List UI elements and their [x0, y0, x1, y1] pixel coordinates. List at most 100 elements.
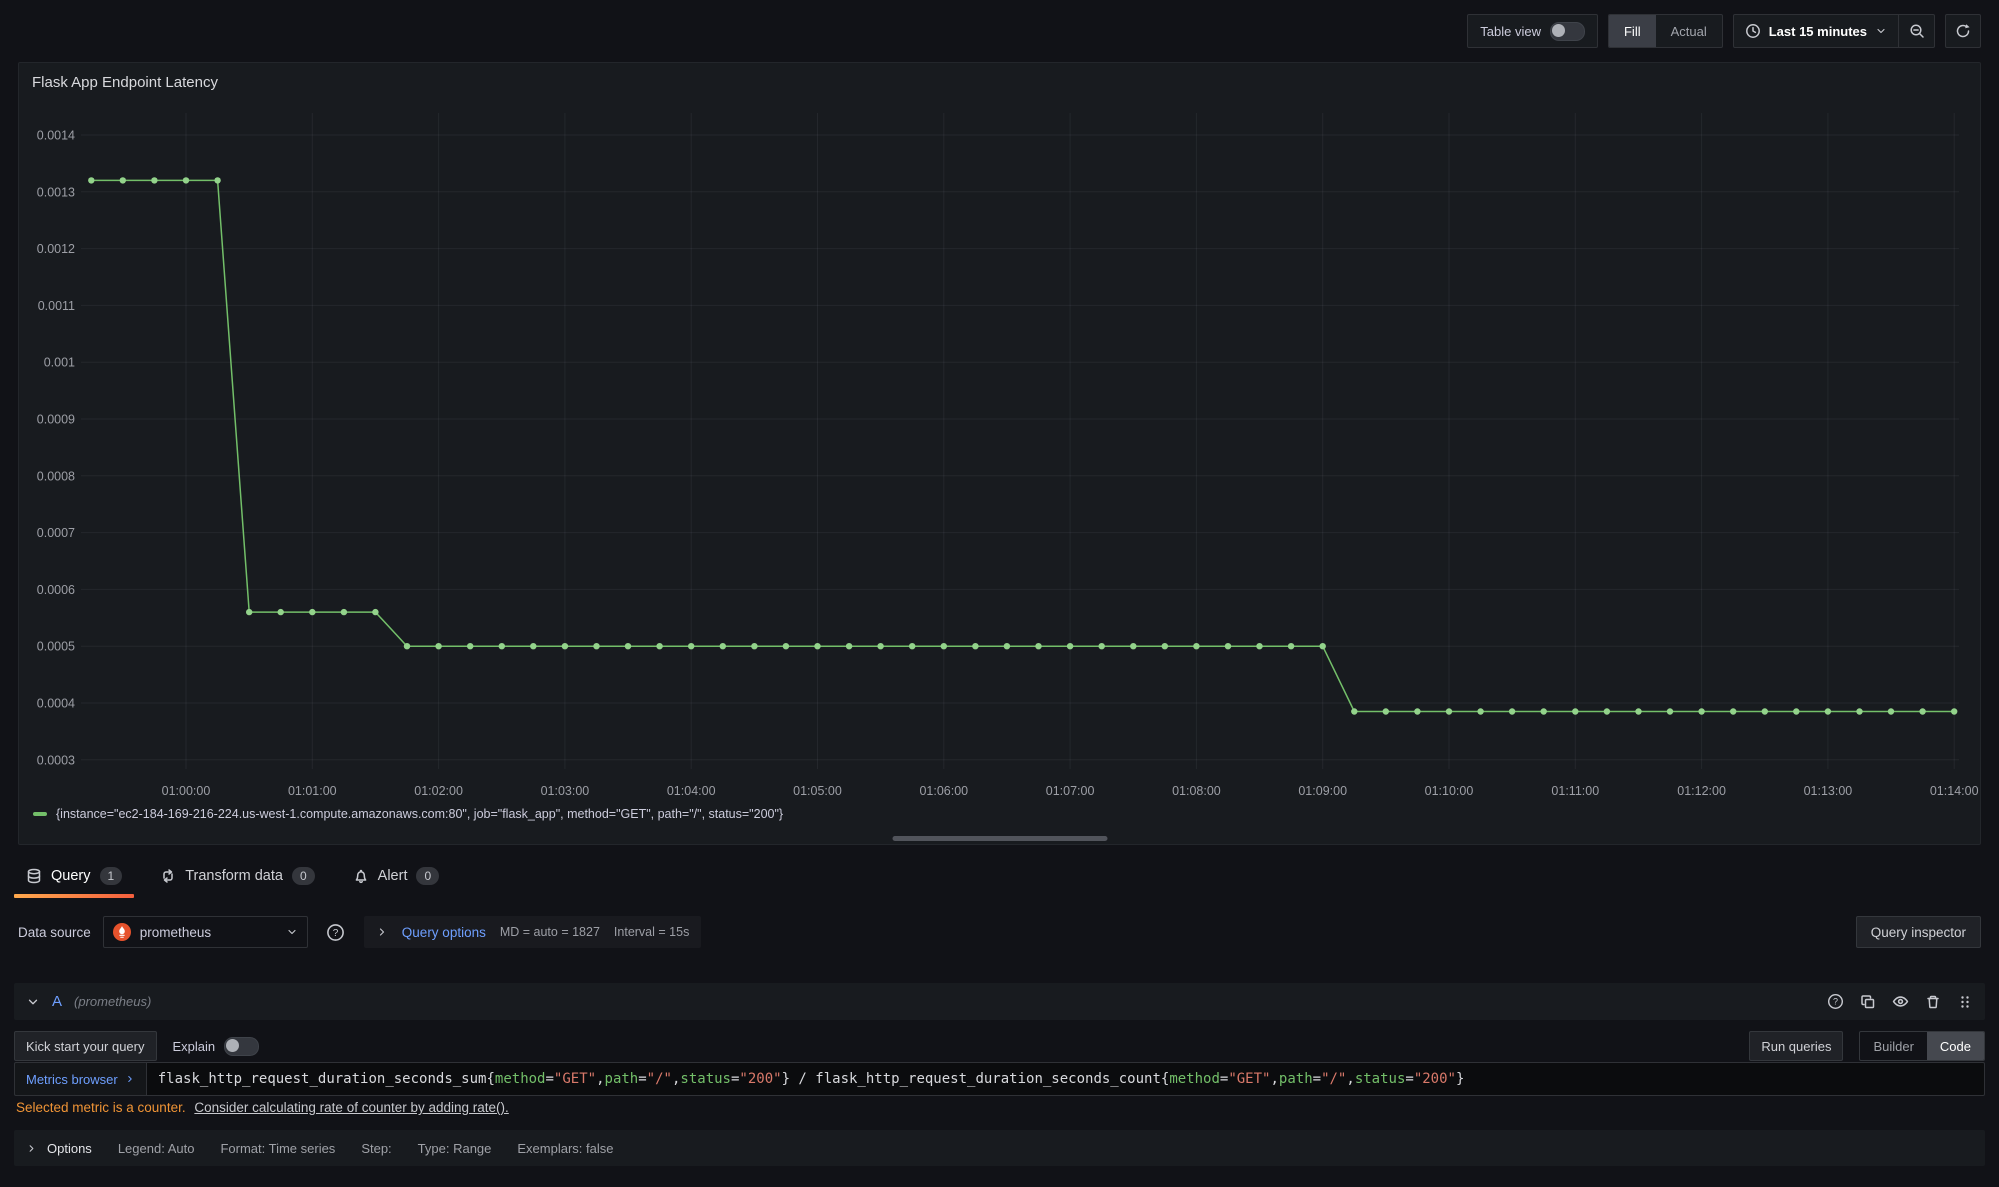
warning-text: Selected metric is a counter.	[16, 1100, 186, 1115]
svg-text:?: ?	[333, 928, 339, 939]
panel-editor-topbar: Table view Fill Actual Last 15 minutes	[0, 0, 1999, 62]
latency-panel: Flask App Endpoint Latency 0.00140.00130…	[18, 62, 1981, 845]
hide-response-eye-icon[interactable]	[1892, 993, 1909, 1010]
svg-text:01:02:00: 01:02:00	[414, 784, 463, 798]
fill-actual-group: Fill Actual	[1608, 14, 1723, 48]
remove-query-trash-icon[interactable]	[1925, 994, 1941, 1010]
grafana-panel-editor: Table view Fill Actual Last 15 minutes	[0, 0, 1999, 1187]
query-options-group[interactable]: Query options MD = auto = 1827 Interval …	[364, 916, 702, 948]
svg-text:0.0014: 0.0014	[37, 129, 75, 143]
query-options-md: MD = auto = 1827	[500, 925, 600, 939]
options-step: Step:	[361, 1141, 391, 1156]
svg-text:01:01:00: 01:01:00	[288, 784, 337, 798]
fill-button[interactable]: Fill	[1609, 15, 1656, 47]
datasource-row: Data source prometheus ? Query options M…	[18, 912, 1981, 952]
metrics-browser-label: Metrics browser	[26, 1072, 118, 1087]
refresh-button[interactable]	[1945, 14, 1981, 48]
promql-query-input[interactable]: flask_http_request_duration_seconds_sum{…	[146, 1062, 1985, 1096]
chevron-right-icon	[125, 1074, 135, 1084]
tab-transform-label: Transform data	[185, 868, 283, 884]
actual-button[interactable]: Actual	[1656, 15, 1722, 47]
svg-text:0.0004: 0.0004	[37, 697, 75, 711]
counter-warning-row: Selected metric is a counter. Consider c…	[16, 1100, 509, 1115]
svg-text:01:07:00: 01:07:00	[1046, 784, 1095, 798]
svg-text:01:13:00: 01:13:00	[1804, 784, 1853, 798]
svg-text:01:00:00: 01:00:00	[162, 784, 211, 798]
svg-text:0.0013: 0.0013	[37, 185, 75, 199]
chevron-down-icon	[286, 926, 298, 938]
latency-chart[interactable]: 0.0014 0.0013 0.0012 0.0011 0.001 0.0009 0.000…	[19, 93, 1980, 807]
datasource-value: prometheus	[140, 925, 277, 940]
svg-text:?: ?	[1833, 997, 1838, 1007]
svg-text:0.0007: 0.0007	[37, 526, 75, 540]
svg-text:0.0006: 0.0006	[37, 583, 75, 597]
tab-alert-badge: 0	[416, 867, 439, 885]
query-options-interval: Interval = 15s	[614, 925, 689, 939]
options-exemplars: Exemplars: false	[517, 1141, 613, 1156]
zoom-out-button[interactable]	[1899, 14, 1935, 48]
query-inspector-button[interactable]: Query inspector	[1856, 916, 1981, 948]
svg-text:01:03:00: 01:03:00	[541, 784, 590, 798]
legend-swatch	[33, 812, 47, 816]
database-icon	[26, 868, 42, 884]
svg-text:0.0009: 0.0009	[37, 413, 75, 427]
query-options-collapsed-row[interactable]: Options Legend: Auto Format: Time series…	[14, 1130, 1985, 1166]
query-row-header[interactable]: A (prometheus) ?	[14, 983, 1985, 1020]
tab-alert[interactable]: Alert 0	[341, 852, 452, 900]
tab-alert-label: Alert	[378, 868, 408, 884]
builder-button[interactable]: Builder	[1860, 1032, 1926, 1060]
options-format: Format: Time series	[220, 1141, 335, 1156]
tab-query-badge: 1	[100, 867, 123, 885]
collapse-chevron-icon[interactable]	[26, 995, 40, 1009]
options-legend: Legend: Auto	[118, 1141, 195, 1156]
query-help-icon[interactable]: ?	[1827, 993, 1844, 1010]
svg-text:01:04:00: 01:04:00	[667, 784, 716, 798]
tab-transform-data[interactable]: Transform data 0	[148, 852, 326, 900]
chevron-down-icon	[1875, 25, 1887, 37]
chevron-right-icon	[376, 926, 388, 938]
panel-title: Flask App Endpoint Latency	[32, 74, 218, 91]
code-button[interactable]: Code	[1927, 1032, 1984, 1060]
table-view-toggle[interactable]	[1550, 22, 1585, 41]
table-view-group: Table view	[1467, 14, 1598, 48]
explain-label: Explain	[173, 1039, 216, 1054]
explain-toggle[interactable]	[224, 1037, 259, 1056]
options-label: Options	[47, 1141, 92, 1156]
tab-query-label: Query	[51, 868, 91, 884]
svg-text:01:06:00: 01:06:00	[919, 784, 968, 798]
duplicate-query-icon[interactable]	[1860, 994, 1876, 1010]
svg-text:01:08:00: 01:08:00	[1172, 784, 1221, 798]
metrics-browser-button[interactable]: Metrics browser	[14, 1062, 146, 1096]
horizontal-scrollbar[interactable]	[892, 836, 1107, 841]
query-datasource-hint: (prometheus)	[74, 994, 151, 1009]
svg-text:0.0012: 0.0012	[37, 242, 75, 256]
svg-text:0.001: 0.001	[44, 356, 75, 370]
legend-series-label: {instance="ec2-184-169-216-224.us-west-1…	[56, 807, 783, 821]
time-range-picker[interactable]: Last 15 minutes	[1733, 14, 1899, 48]
svg-text:0.0005: 0.0005	[37, 640, 75, 654]
svg-text:01:09:00: 01:09:00	[1298, 784, 1347, 798]
svg-text:01:05:00: 01:05:00	[793, 784, 842, 798]
kick-start-query-button[interactable]: Kick start your query	[14, 1031, 157, 1061]
query-input-row: Metrics browser flask_http_request_durat…	[14, 1062, 1985, 1096]
clock-icon	[1745, 23, 1761, 39]
svg-text:0.0003: 0.0003	[37, 753, 75, 767]
chart-legend[interactable]: {instance="ec2-184-169-216-224.us-west-1…	[33, 807, 783, 821]
datasource-help-button[interactable]: ?	[320, 916, 352, 948]
editor-tabs: Query 1 Transform data 0 Alert 0	[14, 852, 451, 900]
svg-text:01:14:00: 01:14:00	[1930, 784, 1979, 798]
zoom-out-icon	[1909, 23, 1925, 39]
refresh-icon	[1955, 23, 1971, 39]
table-view-label: Table view	[1480, 24, 1541, 39]
bell-icon	[353, 868, 369, 884]
datasource-label: Data source	[18, 925, 91, 940]
help-circle-icon: ?	[326, 923, 345, 942]
warning-rate-link[interactable]: Consider calculating rate of counter by …	[194, 1100, 508, 1115]
datasource-select[interactable]: prometheus	[103, 916, 308, 948]
time-range-group: Last 15 minutes	[1733, 14, 1935, 48]
svg-text:0.0011: 0.0011	[38, 299, 75, 313]
tab-transform-badge: 0	[292, 867, 315, 885]
run-queries-button[interactable]: Run queries	[1749, 1031, 1843, 1061]
tab-query[interactable]: Query 1	[14, 852, 134, 900]
drag-handle-icon[interactable]	[1957, 994, 1973, 1010]
